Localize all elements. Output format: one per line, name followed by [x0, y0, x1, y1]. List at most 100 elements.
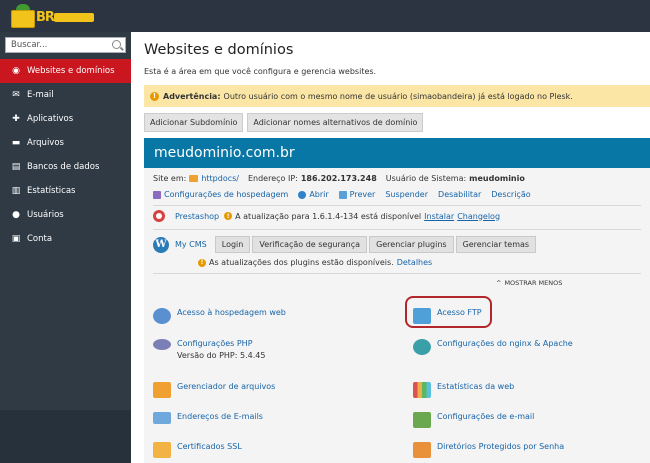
globe-gear-icon: [413, 339, 431, 355]
sidebar-nav: ◉ Websites e domínios ✉ E-mail ✚ Aplicativo…: [0, 59, 131, 251]
email-settings-tool[interactable]: Configurações de e-mail: [413, 412, 534, 428]
globe-icon: [153, 308, 171, 324]
settings-icon: [153, 190, 161, 199]
tool-label: Configurações PHP: [177, 339, 253, 348]
page-description: Esta é a área em que você configura e ge…: [144, 67, 377, 76]
search-input[interactable]: Buscar...: [5, 37, 126, 53]
sidebar-item-label: Usuários: [27, 210, 64, 220]
sysuser-value: meudominio: [469, 174, 525, 183]
sidebar-item-email[interactable]: ✉ E-mail: [0, 83, 131, 107]
sidebar-footer: [0, 410, 131, 463]
description-link[interactable]: Descrição: [491, 190, 530, 199]
tool-label: Certificados SSL: [177, 442, 242, 451]
warning-icon: !: [198, 258, 206, 267]
logo-text: BR: [36, 10, 55, 25]
sidebar-item-users[interactable]: ● Usuários: [0, 203, 131, 227]
sidebar-item-label: Bancos de dados: [27, 162, 100, 172]
disable-link[interactable]: Desabilitar: [438, 190, 481, 199]
wordpress-icon: W: [153, 236, 169, 253]
plugin-update-note: ! As atualizações dos plugins estão disp…: [198, 258, 432, 267]
sidebar-item-label: Estatísticas: [27, 186, 76, 196]
sidebar-item-label: E-mail: [27, 90, 54, 100]
divider: [153, 205, 641, 206]
divider: [153, 273, 641, 274]
sidebar-item-label: Arquivos: [27, 138, 64, 148]
page-title: Websites e domínios: [144, 42, 294, 58]
tab-manage-plugins[interactable]: Gerenciar plugins: [369, 236, 454, 253]
warning-icon: !: [224, 212, 233, 220]
prestashop-row: Prestashop ! A atualização para 1.6.1.4-…: [153, 210, 500, 222]
plugin-note-text: As atualizações dos plugins estão dispon…: [209, 258, 394, 267]
install-link[interactable]: Instalar: [424, 212, 454, 221]
preview-icon: [338, 190, 347, 199]
domain-header[interactable]: meudominio.com.br: [144, 138, 650, 168]
sidebar-item-label: Websites e domínios: [27, 66, 115, 76]
suspend-link[interactable]: Suspender: [385, 190, 428, 199]
preview-link[interactable]: Prever: [338, 190, 375, 199]
show-less-toggle[interactable]: MOSTRAR MENOS: [496, 279, 562, 287]
nginx-apache-tool[interactable]: Configurações do nginx & Apache: [413, 339, 573, 355]
sidebar-item-websites[interactable]: ◉ Websites e domínios: [0, 59, 131, 83]
envelope-icon: [153, 412, 171, 424]
tab-manage-themes[interactable]: Gerenciar temas: [455, 236, 537, 253]
top-bar: BR: [0, 0, 650, 32]
sidebar-item-stats[interactable]: ▥ Estatísticas: [0, 179, 131, 203]
prestashop-link[interactable]: Prestashop: [175, 212, 219, 221]
tab-security-check[interactable]: Verificação de segurança: [252, 236, 368, 253]
database-icon: ▤: [11, 162, 21, 172]
domain-panel: Site em: httpdocs/ Endereço IP: 186.202.…: [144, 168, 650, 463]
add-aliases-button[interactable]: Adicionar nomes alternativos de domínio: [247, 113, 424, 132]
hosting-settings-link[interactable]: Configurações de hospedagem: [153, 190, 288, 199]
update-text: A atualização para 1.6.1.4-134 está disp…: [235, 211, 422, 221]
search-icon[interactable]: [112, 40, 121, 49]
email-addresses-tool[interactable]: Endereços de E-mails: [153, 412, 263, 424]
web-stats-tool[interactable]: Estatísticas da web: [413, 382, 514, 398]
folder-icon: [189, 175, 199, 182]
bar-chart-icon: [413, 382, 431, 398]
tool-label: Acesso à hospedagem web: [177, 308, 286, 317]
folder-icon: ▬: [11, 138, 21, 148]
ssl-certificates-tool[interactable]: Certificados SSL: [153, 442, 242, 458]
sidebar: Buscar... ◉ Websites e domínios ✉ E-mail ✚…: [0, 32, 131, 463]
main-content: Websites e domínios Esta é a área em que…: [131, 32, 650, 463]
domain-buttons: Adicionar Subdomínio Adicionar nomes alt…: [144, 113, 424, 132]
bar-chart-icon: ▥: [11, 186, 21, 196]
file-manager-tool[interactable]: Gerenciador de arquivos: [153, 382, 275, 398]
php-version: Versão do PHP: 5.4.45: [177, 351, 266, 360]
open-link[interactable]: Abrir: [298, 190, 329, 199]
globe-icon: ◉: [12, 66, 20, 76]
tool-text: Configurações PHP Versão do PHP: 5.4.45: [177, 339, 265, 360]
domain-info: Site em: httpdocs/ Endereço IP: 186.202.…: [153, 174, 525, 183]
globe-icon: [298, 190, 307, 199]
php-settings-tool[interactable]: Configurações PHP Versão do PHP: 5.4.45: [153, 339, 265, 360]
changelog-link[interactable]: Changelog: [457, 212, 500, 221]
warning-icon: !: [150, 91, 159, 101]
sidebar-item-databases[interactable]: ▤ Bancos de dados: [0, 155, 131, 179]
sidebar-item-label: Aplicativos: [27, 114, 74, 124]
httpdocs-link[interactable]: httpdocs/: [201, 174, 239, 183]
tab-login[interactable]: Login: [214, 236, 251, 253]
mycms-tabs: Login Verificação de segurança Gerenciar…: [214, 236, 538, 253]
id-card-icon: ▣: [11, 234, 21, 244]
tool-label: Configurações do nginx & Apache: [437, 339, 573, 348]
mycms-link[interactable]: My CMS: [175, 240, 207, 249]
brand-logo[interactable]: BR: [8, 4, 94, 30]
alert-label: Advertência:: [163, 91, 221, 101]
sidebar-item-files[interactable]: ▬ Arquivos: [0, 131, 131, 155]
folder-icon: [153, 382, 171, 398]
details-link[interactable]: Detalhes: [397, 258, 433, 267]
add-subdomain-button[interactable]: Adicionar Subdomínio: [144, 113, 244, 132]
logo-bag: [11, 10, 35, 28]
mycms-row: W My CMS Login Verificação de segurança …: [153, 236, 538, 253]
ip-value: 186.202.173.248: [300, 174, 377, 183]
site-label: Site em:: [153, 174, 187, 183]
hosting-access-tool[interactable]: Acesso à hospedagem web: [153, 308, 286, 324]
tool-label: Estatísticas da web: [437, 382, 515, 391]
divider: [153, 229, 641, 230]
sidebar-item-apps[interactable]: ✚ Aplicativos: [0, 107, 131, 131]
sidebar-item-account[interactable]: ▣ Conta: [0, 227, 131, 251]
sidebar-item-label: Conta: [27, 234, 53, 244]
tool-label: Gerenciador de arquivos: [177, 382, 276, 391]
warning-alert: ! Advertência: Outro usuário com o mesmo…: [144, 85, 650, 107]
protected-dirs-tool[interactable]: Diretórios Protegidos por Senha: [413, 442, 564, 458]
